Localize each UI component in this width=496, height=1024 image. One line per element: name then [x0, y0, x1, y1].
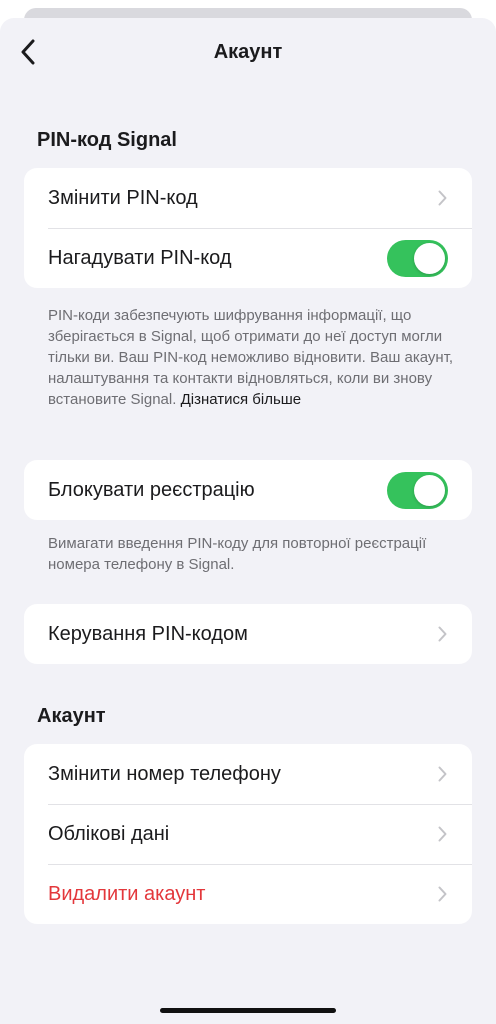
change-number-row[interactable]: Змінити номер телефону [24, 744, 472, 804]
toggle-knob [414, 474, 445, 506]
remind-pin-toggle[interactable] [387, 239, 448, 277]
registration-lock-label: Блокувати реєстрацію [48, 478, 255, 501]
change-number-label: Змінити номер телефону [48, 762, 281, 785]
chevron-right-icon [436, 765, 448, 783]
chevron-right-icon [436, 625, 448, 643]
registration-lock-card: Блокувати реєстрацію [24, 460, 472, 520]
manage-pin-card: Керування PIN-кодом [24, 604, 472, 664]
account-data-label: Облікові дані [48, 822, 170, 845]
learn-more-link[interactable]: Дізнатися більше [181, 391, 302, 408]
chevron-right-icon [436, 825, 448, 843]
account-settings-sheet: Акаунт PIN-код Signal Змінити PIN-код На… [0, 18, 496, 1024]
manage-pin-row[interactable]: Керування PIN-кодом [24, 604, 472, 664]
chevron-right-icon [436, 189, 448, 207]
registration-lock-toggle[interactable] [387, 471, 448, 509]
navigation-bar: Акаунт [0, 18, 496, 90]
remind-pin-row: Нагадувати PIN-код [24, 228, 472, 288]
registration-lock-row: Блокувати реєстрацію [24, 460, 472, 520]
delete-account-row[interactable]: Видалити акаунт [24, 864, 472, 924]
pin-description: PIN-коди забезпечують шифрування інформа… [48, 305, 458, 410]
section-header-account: Акаунт [37, 705, 106, 727]
page-title: Акаунт [213, 41, 283, 63]
account-data-row[interactable]: Облікові дані [24, 804, 472, 864]
pin-card: Змінити PIN-код Нагадувати PIN-код [24, 168, 472, 288]
remind-pin-label: Нагадувати PIN-код [48, 246, 232, 269]
change-pin-row[interactable]: Змінити PIN-код [24, 168, 472, 228]
delete-account-label: Видалити акаунт [48, 882, 206, 905]
toggle-knob [414, 242, 445, 274]
change-pin-label: Змінити PIN-код [48, 186, 198, 209]
chevron-right-icon [436, 885, 448, 903]
section-header-pin: PIN-код Signal [37, 129, 177, 151]
registration-lock-description: Вимагати введення PIN-коду для повторної… [48, 535, 427, 573]
home-indicator [160, 1008, 336, 1013]
account-card: Змінити номер телефону Облікові дані Вид… [24, 744, 472, 924]
manage-pin-label: Керування PIN-кодом [48, 622, 248, 645]
